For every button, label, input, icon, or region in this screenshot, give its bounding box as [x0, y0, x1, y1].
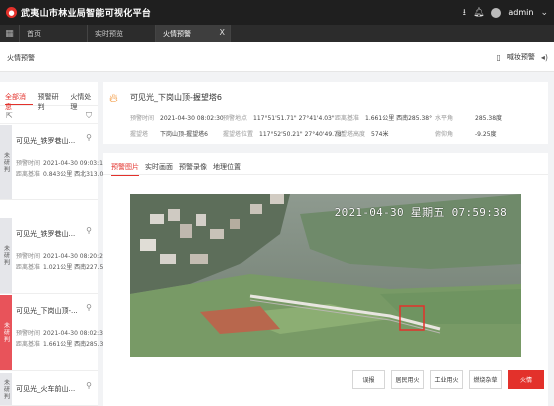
value: 1.661公里 西南285.38°: [365, 115, 433, 122]
export-icon[interactable]: ⇱: [6, 111, 13, 120]
tab-label: 火情预警: [163, 29, 191, 38]
alarm-time: 2021-04-30 08:20:20: [43, 253, 107, 260]
notification-icon[interactable]: 🔔︎: [473, 8, 484, 18]
menu-grid-icon[interactable]: ▦: [0, 25, 20, 42]
fire-confirm-button[interactable]: 火情: [508, 370, 544, 389]
industrial-fire-button[interactable]: 工业用火: [430, 370, 463, 389]
label: 距离基准: [16, 264, 41, 271]
value: 下岗山顶-握望塔6: [160, 131, 208, 138]
tab-live-preview[interactable]: 实时预览: [88, 25, 156, 42]
detail-panel: 预警图片 实时画面 预警录像 地理位置 2021-04-30 星期五 07:59…: [103, 153, 548, 406]
value: 117°52'50.21" 27°40'49.78": [259, 131, 345, 138]
alarm-distance: 0.843公里 西北313.04°: [43, 171, 111, 178]
alarm-time: 2021-04-30 09:03:12: [43, 160, 107, 167]
alarm-list-panel: 全部消息 预警研判 火情处理 ⇱ ⛉ 未研判 可见光_铁罗巷山... ⚲ 预警时…: [0, 82, 110, 406]
sound-icon[interactable]: ▯: [496, 53, 500, 62]
tab-live-view[interactable]: 实时画面: [145, 162, 173, 172]
user-icon: ⚲: [86, 133, 92, 142]
chevron-down-icon[interactable]: ⌄: [540, 8, 548, 18]
label: 握望塔位置: [223, 131, 254, 138]
label: 预警时间: [16, 330, 41, 337]
value: 2021-04-30 08:02:30: [160, 115, 224, 122]
list-item[interactable]: 未研判 可见光_火车前山... ⚲: [0, 373, 98, 406]
list-item-selected[interactable]: 未研判 可见光_下岗山顶-... ⚲ 预警时间 2021-04-30 08:02:…: [0, 295, 110, 371]
label: 握望塔: [130, 131, 149, 138]
alarm-location: 可见光_火车前山...: [16, 385, 76, 393]
sound-alert-label[interactable]: 喊妆预警: [507, 52, 535, 62]
alarm-location: 可见光_下岗山顶-...: [16, 307, 78, 315]
tab-label: 实时预览: [95, 29, 123, 38]
label: 预警地点: [223, 115, 248, 122]
alarm-location: 可见光_铁罗巷山...: [16, 137, 76, 145]
tab-fire-warning[interactable]: 火情预警 X: [156, 25, 231, 42]
app-logo: ●: [6, 7, 17, 18]
app-title: 武夷山市林业局智能可视化平台: [21, 9, 152, 19]
fire-icon: 🔥︎: [109, 91, 118, 105]
download-icon[interactable]: ⭳: [463, 5, 466, 21]
residential-fire-button[interactable]: 居民用火: [391, 370, 424, 389]
weed-burning-button[interactable]: 燃烧杂草: [469, 370, 502, 389]
list-item[interactable]: 未研判 可见光_铁罗巷山... ⚲ 预警时间 2021-04-30 09:03:1…: [0, 125, 110, 200]
video-timestamp: 2021-04-30 星期五 07:59:38: [334, 206, 507, 219]
label: 距离基准: [16, 341, 41, 348]
status-badge: 未研判: [0, 218, 12, 293]
user-name[interactable]: admin: [508, 8, 533, 17]
fire-info-card: 🔥︎ 可见光_下岗山顶-握望塔6 预警时间 2021-04-30 08:02:30…: [103, 82, 548, 144]
value: -9.25度: [475, 131, 497, 138]
avatar[interactable]: [491, 7, 502, 18]
page-title: 火情预警: [7, 54, 35, 62]
user-icon: ⚲: [86, 381, 92, 390]
tab-all-messages[interactable]: 全部消息: [5, 82, 33, 111]
tab-warning-video[interactable]: 预警录像: [179, 162, 207, 172]
label: 预警时间: [16, 160, 41, 167]
warning-image[interactable]: 2021-04-30 星期五 07:59:38: [130, 194, 521, 357]
value: 285.38度: [475, 115, 503, 122]
status-badge: 未研判: [0, 373, 12, 405]
fire-location-title: 可见光_下岗山顶-握望塔6: [130, 93, 222, 102]
close-icon[interactable]: X: [220, 28, 225, 37]
main-content: 🔥︎ 可见光_下岗山顶-握望塔6 预警时间 2021-04-30 08:02:30…: [103, 82, 548, 406]
tab-fire-handling[interactable]: 火情处理: [70, 82, 98, 111]
tab-warning-judge[interactable]: 预警研判: [38, 82, 66, 111]
label: 预警时间: [130, 115, 155, 122]
user-icon: ⚲: [86, 303, 92, 312]
label: 预警时间: [16, 253, 41, 260]
status-badge: 未研判: [0, 295, 12, 370]
label: 俯仰角: [435, 131, 454, 138]
page-header: 火情预警 ▯ 喊妆预警 ◂): [0, 42, 554, 72]
filter-icon[interactable]: ⛉: [86, 111, 92, 121]
tab-home[interactable]: 首页: [20, 25, 88, 42]
action-bar: 误报 居民用火 工业用火 燃烧杂草 火情: [352, 370, 544, 390]
label: 距离基准: [16, 171, 41, 178]
tab-warning-image[interactable]: 预警图片: [111, 162, 139, 176]
alarm-distance: 1.661公里 西南285.38°: [43, 341, 111, 348]
volume-icon[interactable]: ◂): [541, 53, 548, 62]
label: 水平角: [435, 115, 454, 122]
tab-geo-location[interactable]: 地理位置: [213, 162, 241, 172]
false-alarm-button[interactable]: 误报: [352, 370, 385, 389]
value: 574米: [371, 131, 389, 138]
value: 117°51'51.71" 27°41'4.03": [253, 115, 335, 122]
tab-label: 首页: [27, 29, 41, 38]
label: 握望塔高度: [335, 131, 366, 138]
label: 距离基准: [335, 115, 360, 122]
app-header: ● 武夷山市林业局智能可视化平台 ⭳ 🔔︎ admin ⌄: [0, 0, 554, 25]
alarm-time: 2021-04-30 08:02:30: [43, 330, 107, 337]
user-icon: ⚲: [86, 226, 92, 235]
list-item[interactable]: 未研判 可见光_铁罗巷山... ⚲ 预警时间 2021-04-30 08:20:2…: [0, 218, 110, 294]
tab-bar: ▦ 首页 实时预览 火情预警 X: [0, 25, 554, 42]
alarm-location: 可见光_铁罗巷山...: [16, 230, 76, 238]
alarm-distance: 1.021公里 西南227.53°: [43, 264, 111, 271]
status-badge: 未研判: [0, 125, 12, 199]
